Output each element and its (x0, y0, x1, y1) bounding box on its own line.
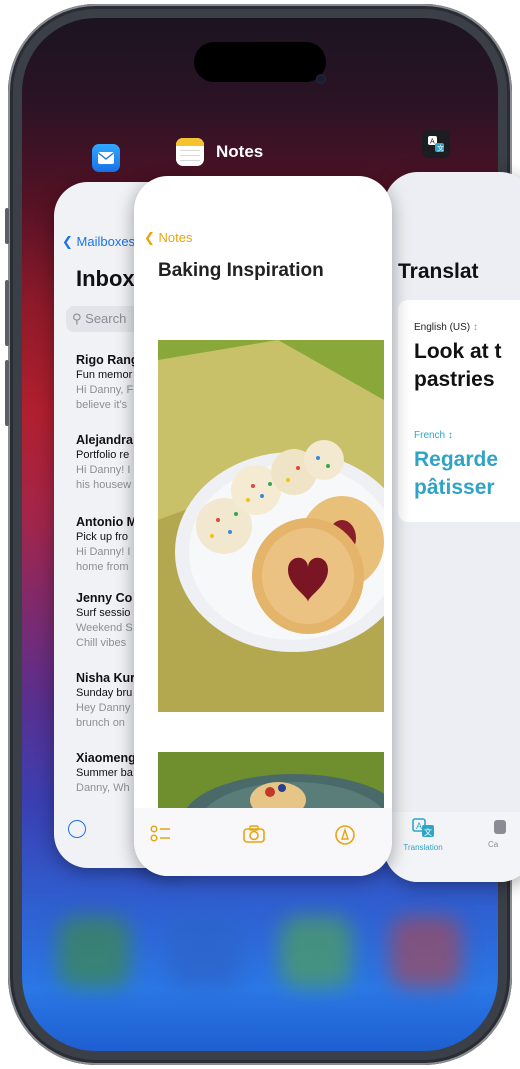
notes-toolbar (134, 808, 392, 876)
notes-back-label: Notes (158, 230, 193, 245)
target-language-selector[interactable]: French ↕ (414, 430, 453, 441)
volume-up-button (5, 280, 9, 346)
translated-text: Regarde pâtisser (414, 448, 499, 499)
source-text: Look at t pastries (414, 340, 502, 391)
translate-app-card[interactable]: Translat English (US) ↕ Look at t pastri… (384, 172, 520, 882)
source-language-label: English (US) (414, 322, 471, 333)
tab-translation-label: Translation (403, 843, 443, 852)
front-camera (316, 74, 326, 84)
translate-title: Translat (398, 260, 479, 283)
search-icon: ⚲ (72, 311, 82, 326)
note-title: Baking Inspiration (158, 260, 324, 281)
mailboxes-back-label: Mailboxes (76, 234, 136, 249)
svg-text:文: 文 (424, 827, 432, 837)
tab-camera-label: Ca (488, 840, 499, 849)
pastries-photo[interactable] (158, 340, 384, 712)
dessert-photo[interactable] (158, 752, 384, 810)
camera-tab-icon (494, 820, 506, 834)
active-app-label: Notes (216, 142, 264, 161)
tab-translation[interactable]: A 文 Translation (398, 818, 448, 852)
source-language-selector[interactable]: English (US) ↕ (414, 322, 478, 333)
dock-app-blur (58, 916, 130, 988)
chevron-left-icon: ❮ (144, 230, 155, 245)
svg-text:文: 文 (437, 144, 444, 153)
translation-panel[interactable]: English (US) ↕ Look at t pastries French… (398, 300, 520, 522)
volume-down-button (5, 360, 9, 426)
translation-icon: A 文 (412, 818, 434, 837)
dock-app-blur (280, 916, 352, 988)
notes-app-card[interactable]: ❮ Notes Baking Inspiration (134, 176, 392, 876)
filter-icon[interactable] (68, 820, 86, 838)
camera-icon[interactable] (242, 824, 266, 844)
chevron-left-icon: ❮ (62, 234, 73, 249)
mailboxes-back-link[interactable]: ❮ Mailboxes (62, 234, 135, 250)
checklist-icon[interactable] (150, 824, 172, 844)
svg-text:A: A (416, 821, 422, 831)
notes-back-link[interactable]: ❮ Notes (144, 230, 193, 246)
tab-camera[interactable]: Ca (488, 820, 520, 849)
search-placeholder: Search (85, 311, 127, 326)
dynamic-island (194, 42, 326, 82)
translate-icon[interactable]: A 文 (422, 130, 450, 158)
notes-icon[interactable] (176, 138, 204, 166)
svg-text:A: A (430, 139, 435, 146)
markup-icon[interactable] (334, 824, 356, 846)
dock-app-blur (168, 916, 240, 988)
inbox-title: Inbox (76, 266, 135, 291)
dock-app-blur (390, 916, 462, 988)
mail-icon[interactable] (92, 144, 120, 172)
action-button (5, 208, 9, 244)
tab-bar: A 文 Translation Ca (384, 812, 520, 882)
chevron-updown-icon: ↕ (447, 430, 453, 441)
chevron-updown-icon: ↕ (472, 322, 478, 333)
target-language-label: French (414, 430, 446, 441)
